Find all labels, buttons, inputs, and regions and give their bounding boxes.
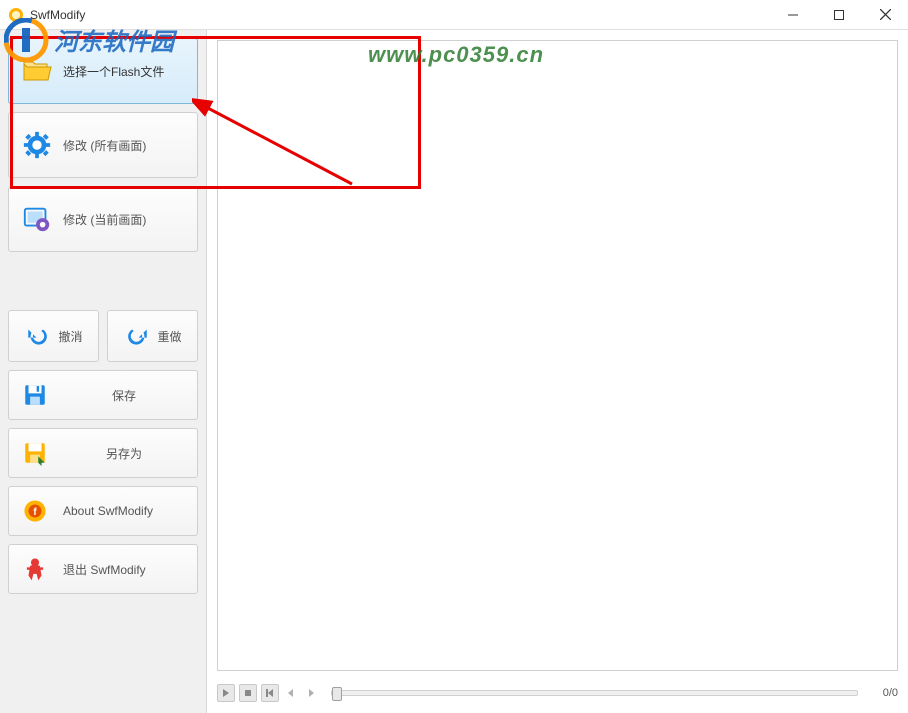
content-area: 0/0 bbox=[207, 30, 908, 713]
select-flash-label: 选择一个Flash文件 bbox=[63, 63, 185, 80]
exit-label: 退出 SwfModify bbox=[63, 561, 185, 578]
exit-icon bbox=[21, 555, 49, 583]
save-as-icon bbox=[21, 439, 49, 467]
modify-current-label: 修改 (当前画面) bbox=[63, 211, 185, 228]
about-button[interactable]: f About SwfModify bbox=[8, 486, 198, 536]
slider-thumb[interactable] bbox=[332, 687, 342, 701]
save-as-label: 另存为 bbox=[63, 445, 185, 462]
modify-all-label: 修改 (所有画面) bbox=[63, 137, 185, 154]
first-frame-button[interactable] bbox=[261, 684, 279, 702]
save-button[interactable]: 保存 bbox=[8, 370, 198, 420]
playbar: 0/0 bbox=[217, 681, 898, 705]
modify-current-button[interactable]: 修改 (当前画面) bbox=[8, 186, 198, 252]
next-frame-button[interactable] bbox=[303, 684, 319, 702]
main-area: 选择一个Flash文件 修改 (所有画面) bbox=[0, 30, 908, 713]
sidebar: 选择一个Flash文件 修改 (所有画面) bbox=[0, 30, 207, 713]
maximize-button[interactable] bbox=[816, 0, 862, 29]
redo-button[interactable]: 重做 bbox=[107, 310, 198, 362]
gear-icon bbox=[21, 129, 53, 161]
frame-counter: 0/0 bbox=[870, 687, 898, 699]
frame-gear-icon bbox=[21, 203, 53, 235]
window-controls bbox=[770, 0, 908, 29]
app-icon bbox=[8, 7, 24, 23]
timeline-slider[interactable] bbox=[331, 690, 858, 696]
stop-button[interactable] bbox=[239, 684, 257, 702]
redo-label: 重做 bbox=[157, 328, 181, 345]
save-label: 保存 bbox=[63, 387, 185, 404]
preview-pane bbox=[217, 40, 898, 671]
titlebar: SwfModify bbox=[0, 0, 908, 30]
close-button[interactable] bbox=[862, 0, 908, 29]
select-flash-button[interactable]: 选择一个Flash文件 bbox=[8, 38, 198, 104]
folder-icon bbox=[21, 55, 53, 87]
undo-icon bbox=[24, 322, 52, 350]
about-icon: f bbox=[21, 497, 49, 525]
undo-redo-row: 撤消 重做 bbox=[8, 310, 198, 362]
play-button[interactable] bbox=[217, 684, 235, 702]
spacer bbox=[8, 260, 198, 302]
about-label: About SwfModify bbox=[63, 504, 185, 518]
undo-label: 撤消 bbox=[58, 328, 82, 345]
window-title: SwfModify bbox=[30, 8, 85, 22]
modify-all-button[interactable]: 修改 (所有画面) bbox=[8, 112, 198, 178]
save-icon bbox=[21, 381, 49, 409]
minimize-button[interactable] bbox=[770, 0, 816, 29]
undo-button[interactable]: 撤消 bbox=[8, 310, 99, 362]
save-as-button[interactable]: 另存为 bbox=[8, 428, 198, 478]
prev-frame-button[interactable] bbox=[283, 684, 299, 702]
exit-button[interactable]: 退出 SwfModify bbox=[8, 544, 198, 594]
redo-icon bbox=[123, 322, 151, 350]
